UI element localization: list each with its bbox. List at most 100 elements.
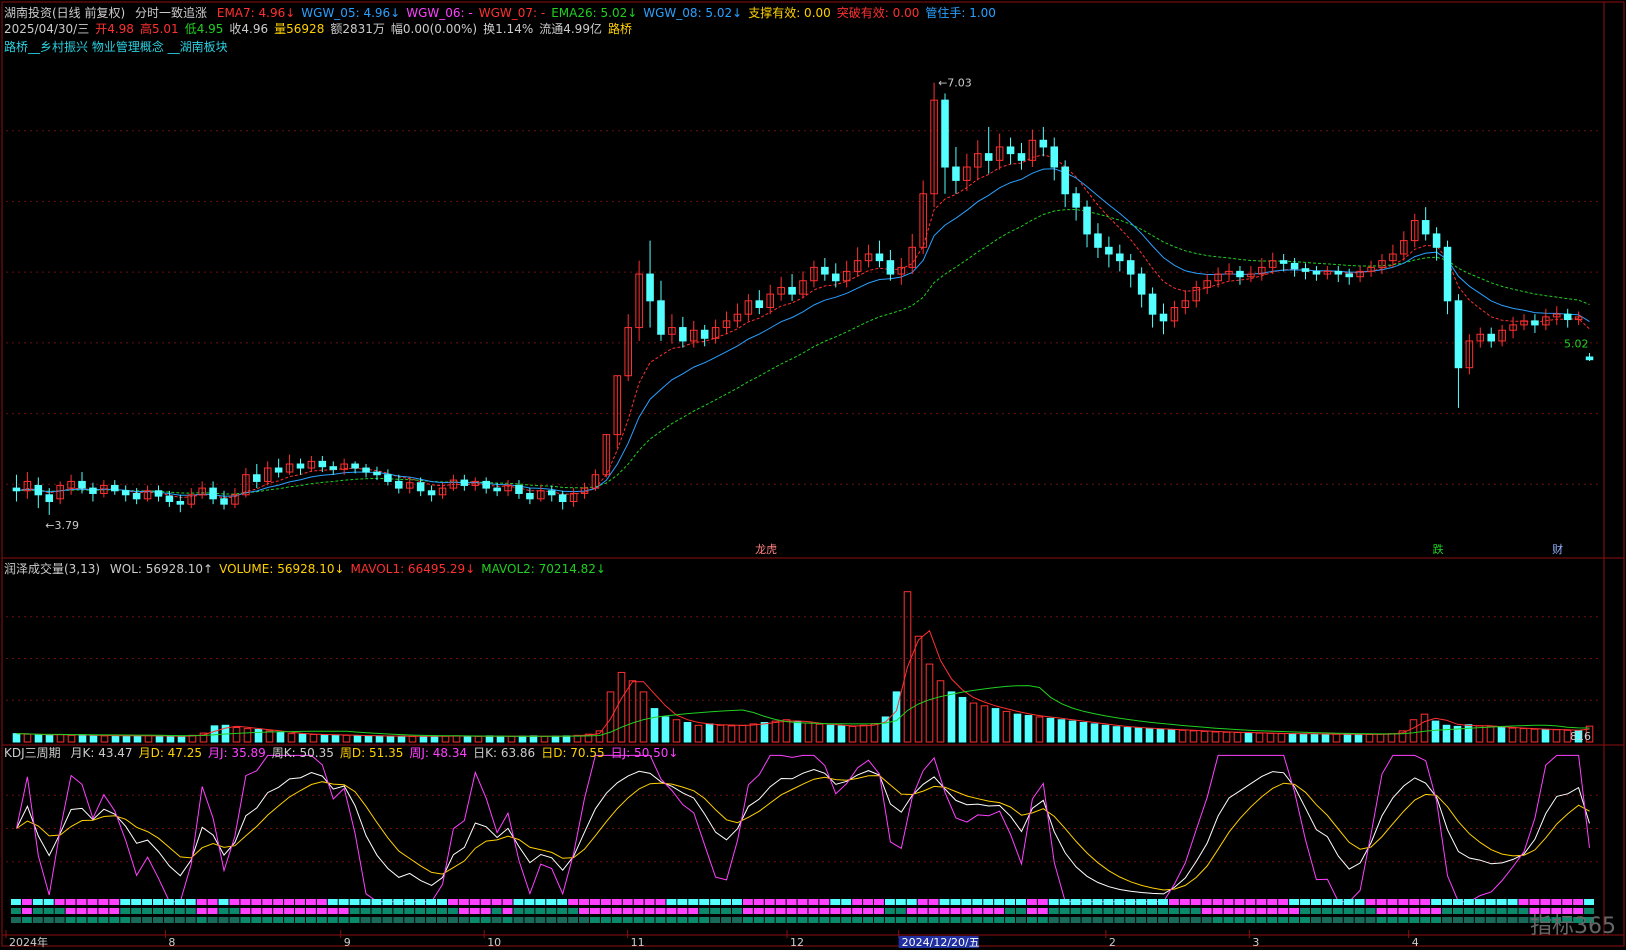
state-strip-cell [742, 917, 753, 923]
state-strip-cell [852, 908, 863, 914]
state-strip-cell [1332, 917, 1343, 923]
x-axis-label: 2024年 [9, 935, 48, 949]
volume-bar [78, 734, 87, 743]
state-strip-cell [218, 917, 229, 923]
state-strip-cell [1398, 908, 1409, 914]
candle-body [154, 490, 163, 497]
state-strip-cell [502, 899, 513, 905]
state-strip-cell [1234, 917, 1245, 923]
state-strip-cell [677, 899, 688, 905]
volume-bar [716, 724, 725, 743]
state-strip-cell [710, 899, 721, 905]
state-strip-cell [1092, 908, 1103, 914]
state-strip-cell [21, 917, 32, 923]
volume-bar [562, 735, 571, 743]
state-strip-cell [644, 899, 655, 905]
volume-bar [1376, 733, 1385, 743]
state-strip-cell [666, 917, 677, 923]
state-strip-cell [1376, 908, 1387, 914]
state-strip-cell [1474, 908, 1485, 914]
state-strip-cell [207, 908, 218, 914]
volume-bar [947, 691, 956, 743]
volume-bar [1255, 732, 1264, 743]
state-strip-cell [1092, 917, 1103, 923]
state-strip-cell [229, 908, 240, 914]
state-strip-cell [65, 908, 76, 914]
state-strip-cell [830, 917, 841, 923]
state-strip-cell [1376, 899, 1387, 905]
volume-bar [1079, 722, 1088, 743]
candle-body [121, 490, 130, 496]
symbol-title[interactable]: 湖南投资(日线 前复权) [4, 6, 125, 20]
state-strip-cell [109, 917, 120, 923]
state-strip-cell [1048, 917, 1059, 923]
state-strip-cell [863, 899, 874, 905]
candle-body [165, 495, 174, 502]
candle-body [78, 480, 86, 489]
ma-line-ema26 [16, 208, 1590, 495]
state-strip-cell [742, 908, 753, 914]
state-strip-cell [11, 899, 21, 905]
state-strip-cell [1442, 917, 1452, 923]
volume-bar [309, 733, 318, 743]
state-strip-cell [458, 908, 469, 914]
state-strip-cell [196, 917, 207, 923]
state-strip-cell [43, 899, 54, 905]
kdj-line-1 [16, 775, 1590, 891]
state-strip-cell [316, 908, 327, 914]
candle-body [1148, 293, 1157, 315]
low-price-label: ←3.79 [45, 519, 79, 532]
state-strip-cell [273, 908, 284, 914]
state-strip-cell [1387, 899, 1398, 905]
state-strip-cell [731, 917, 742, 923]
state-strip-cell [131, 908, 142, 914]
state-strip-cell [1212, 908, 1223, 914]
state-strip-cell [1223, 899, 1234, 905]
state-strip-cell [884, 908, 895, 914]
state-strip-cell [229, 899, 240, 905]
state-strip-cell [207, 899, 218, 905]
x-axis-label: 12 [790, 936, 804, 949]
state-strip-cell [1442, 899, 1452, 905]
chart-canvas[interactable]: ←7.03 ←3.79 5.02 龙虎 跌 财 816 2024年 8 9 10 11 12 2024/1… [0, 0, 1626, 950]
state-strip-cell [535, 917, 546, 923]
state-strip-cell [677, 917, 688, 923]
x-axis-label: 2 [1109, 936, 1116, 949]
candle-body [427, 490, 436, 496]
candle-body [1094, 233, 1102, 248]
state-strip-cell [622, 899, 633, 905]
state-strip-cell [338, 908, 349, 914]
state-strip-cell [775, 917, 786, 923]
volume-bar [287, 733, 296, 743]
state-strip-cell [153, 908, 163, 914]
state-strip-cell [480, 917, 491, 923]
volume-bar [738, 724, 747, 743]
state-strip-cell [1026, 917, 1037, 923]
state-strip-cell [404, 899, 415, 905]
kdj-title[interactable]: KDJ三周期 [4, 746, 61, 760]
state-strip-cell [32, 908, 43, 914]
candle-body [12, 487, 21, 492]
candle-body [1312, 270, 1321, 275]
state-strip-cell [153, 899, 163, 905]
state-strip-cell [1354, 917, 1365, 923]
candle-body [253, 474, 261, 482]
volume-bar [1233, 732, 1242, 743]
state-strip-cell [1398, 917, 1409, 923]
x-axis-label: 10 [487, 936, 501, 949]
state-strip-cell [87, 917, 98, 923]
state-strip-cell [513, 908, 524, 914]
state-strip-cell [1037, 908, 1048, 914]
state-strip-cell [710, 908, 721, 914]
state-strip-cell [21, 899, 32, 905]
state-strip-cell [906, 908, 917, 914]
volume-title[interactable]: 润泽成交量(3,13) [4, 562, 100, 576]
indicator-name[interactable]: 分时一致追涨 [135, 6, 207, 20]
state-strip-cell [360, 899, 371, 905]
state-strip-cell [1562, 899, 1573, 905]
state-strip-cell [1070, 899, 1081, 905]
state-strip-cell [863, 908, 874, 914]
candle-body [274, 467, 283, 473]
state-strip-cell [841, 899, 852, 905]
state-strip-cell [917, 899, 928, 905]
